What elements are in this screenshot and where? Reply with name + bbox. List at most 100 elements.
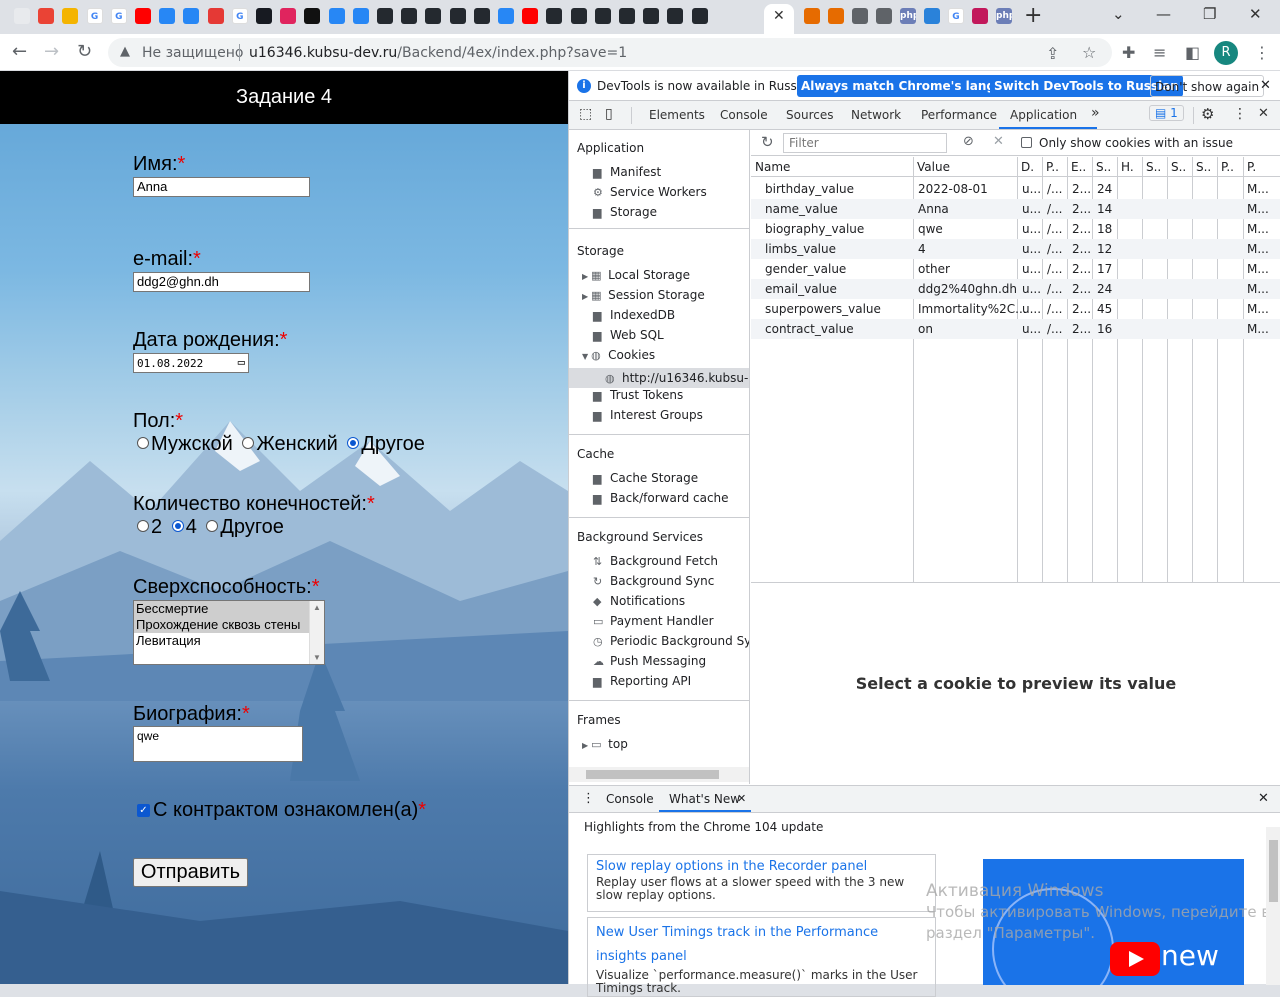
tab-favicon[interactable]: [972, 8, 988, 24]
sidebar-item-indexeddb[interactable]: ▆ IndexedDB: [593, 308, 675, 322]
tab-search-icon[interactable]: ⌄: [1112, 5, 1125, 23]
tab-favicon[interactable]: [522, 8, 539, 24]
tab-favicon[interactable]: [852, 8, 868, 24]
tab-sources[interactable]: Sources: [786, 108, 833, 122]
submit-button[interactable]: Отправить: [133, 858, 248, 887]
tab-favicon[interactable]: [546, 8, 563, 24]
tab-favicon[interactable]: [183, 8, 200, 24]
security-label[interactable]: Не защищено: [142, 45, 243, 61]
devtools-close-icon[interactable]: ✕: [1258, 106, 1269, 121]
power-option[interactable]: Левитация: [134, 633, 324, 649]
tab-favicon[interactable]: [280, 8, 297, 24]
sidebar-item-cookies[interactable]: ▼ ◍ Cookies: [582, 348, 655, 362]
gender-other-radio[interactable]: [347, 437, 360, 449]
tab-favicon[interactable]: [924, 8, 940, 24]
column-header[interactable]: D.: [1017, 157, 1042, 177]
name-field[interactable]: Anna: [133, 177, 310, 197]
column-header[interactable]: S..: [1192, 157, 1217, 177]
column-header[interactable]: E..: [1067, 157, 1092, 177]
sidebar-item-manifest[interactable]: ▆ Manifest: [593, 165, 661, 179]
inspect-icon[interactable]: ⬚: [579, 106, 592, 122]
tab-favicon[interactable]: [135, 8, 151, 24]
sidebar-item-session-storage[interactable]: ▶ ▦ Session Storage: [582, 288, 705, 302]
sidebar-item-payment[interactable]: ▭ Payment Handler: [593, 614, 714, 628]
share-icon[interactable]: ⇪: [1046, 44, 1059, 63]
drawer-tab-whats-new[interactable]: What's New: [669, 792, 740, 806]
refresh-icon[interactable]: ↻: [761, 133, 774, 151]
extensions-icon[interactable]: ✚: [1122, 43, 1135, 62]
table-row[interactable]: limbs_value 4 u... /... 2... 12 M...: [751, 239, 1280, 259]
tab-favicon[interactable]: G: [948, 8, 964, 24]
drawer-tab-close-icon[interactable]: ✕: [737, 792, 746, 805]
collapse-arrow-icon[interactable]: ▼: [582, 352, 588, 361]
tab-favicon[interactable]: [304, 8, 321, 24]
sidebar-item-local-storage[interactable]: ▶ ▦ Local Storage: [582, 268, 690, 282]
side-panel-icon[interactable]: ◧: [1185, 43, 1200, 62]
sidebar-item-trust-tokens[interactable]: ▆ Trust Tokens: [593, 388, 683, 402]
bio-textarea[interactable]: qwe: [133, 726, 303, 762]
infobar-close-icon[interactable]: ✕: [1260, 78, 1271, 93]
more-tabs-icon[interactable]: »: [1091, 105, 1100, 121]
bookmark-star-icon[interactable]: ☆: [1082, 43, 1096, 62]
limbs-other-radio[interactable]: [206, 520, 219, 532]
tab-network[interactable]: Network: [851, 108, 901, 122]
tab-favicon[interactable]: [256, 8, 272, 24]
expand-arrow-icon[interactable]: ▶: [582, 272, 588, 281]
tab-favicon[interactable]: [498, 8, 514, 24]
address-bar[interactable]: ▲ Не защищено u16346.kubsu-dev.ru/Backen…: [108, 38, 1112, 67]
delete-selected-icon[interactable]: ✕: [993, 134, 1004, 149]
table-row[interactable]: birthday_value 2022-08-01 u... /... 2... 24 M.…: [751, 179, 1280, 199]
sidebar-item-websql[interactable]: ▆ Web SQL: [593, 328, 664, 342]
new-tab-button[interactable]: +: [1024, 3, 1042, 28]
tab-favicon[interactable]: G: [231, 8, 248, 24]
tab-favicon[interactable]: [619, 8, 635, 24]
close-tab-icon[interactable]: ✕: [773, 8, 785, 24]
dob-field[interactable]: 01.08.2022 ▭: [133, 353, 249, 373]
listbox-scrollbar[interactable]: ▲ ▼: [309, 601, 324, 664]
reload-icon[interactable]: ↻: [77, 41, 92, 62]
sidebar-item-cookie-origin[interactable]: ◍ http://u16346.kubsu-de: [605, 371, 749, 385]
calendar-icon[interactable]: ▭: [238, 355, 245, 369]
window-close-icon[interactable]: ✕: [1249, 5, 1262, 23]
tab-favicon[interactable]: [352, 8, 369, 24]
tab-favicon[interactable]: [594, 8, 611, 24]
tab-favicon[interactable]: [14, 8, 30, 24]
scrollbar-thumb[interactable]: [1269, 840, 1278, 902]
tab-favicon[interactable]: [449, 8, 466, 24]
issues-badge[interactable]: ▤ 1: [1149, 105, 1184, 121]
table-row[interactable]: biography_value qwe u... /... 2... 18 M...: [751, 219, 1280, 239]
clear-filtered-icon[interactable]: ⊘: [963, 134, 974, 149]
table-row[interactable]: contract_value on u... /... 2... 16 M...: [751, 319, 1280, 339]
sidebar-item-service-workers[interactable]: ⚙ Service Workers: [593, 185, 707, 199]
tab-performance[interactable]: Performance: [921, 108, 997, 122]
tab-favicon[interactable]: [159, 8, 176, 24]
power-option[interactable]: Бессмертие: [134, 601, 324, 617]
tab-favicon[interactable]: [804, 8, 820, 24]
sidebar-item-bg-sync[interactable]: ↻ Background Sync: [593, 574, 714, 588]
back-icon[interactable]: ←: [12, 41, 27, 62]
filter-input[interactable]: Filter: [783, 133, 947, 153]
tab-application[interactable]: Application: [1010, 108, 1077, 122]
table-row[interactable]: gender_value other u... /... 2... 17 M...: [751, 259, 1280, 279]
column-header[interactable]: P..: [1042, 157, 1067, 177]
scroll-down-icon[interactable]: ▼: [313, 653, 321, 662]
menu-icon[interactable]: ⋮: [1254, 43, 1270, 62]
drawer-tab-console[interactable]: Console: [606, 792, 654, 806]
limbs-2-radio[interactable]: [137, 520, 149, 532]
expand-arrow-icon[interactable]: ▶: [582, 741, 588, 750]
drawer-menu-icon[interactable]: ⋮: [582, 791, 595, 806]
tab-favicon[interactable]: php: [996, 8, 1012, 24]
tab-favicon[interactable]: [38, 8, 55, 24]
column-header[interactable]: S..: [1167, 157, 1192, 177]
devtools-menu-icon[interactable]: ⋮: [1233, 106, 1247, 122]
column-header[interactable]: H.: [1117, 157, 1142, 177]
tab-favicon[interactable]: [473, 8, 490, 24]
card-title-link[interactable]: Slow replay options in the Recorder pane…: [596, 858, 927, 876]
dont-show-button[interactable]: Don't show again: [1150, 75, 1265, 97]
tab-favicon[interactable]: [207, 8, 224, 24]
contract-checkbox[interactable]: ✓: [137, 804, 150, 817]
scroll-up-icon[interactable]: ▲: [313, 603, 321, 612]
drawer-scrollbar[interactable]: [1266, 827, 1280, 985]
scrollbar-thumb[interactable]: [586, 770, 719, 779]
tab-favicon[interactable]: G: [110, 8, 127, 24]
